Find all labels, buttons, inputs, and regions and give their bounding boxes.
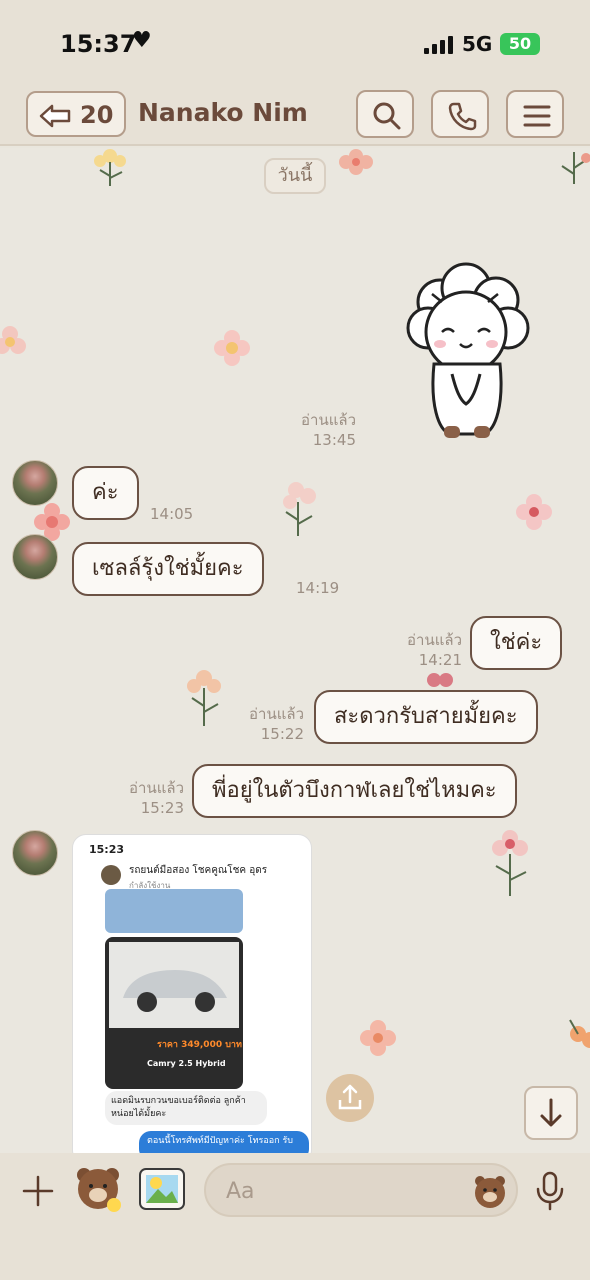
plus-icon[interactable] — [22, 1175, 54, 1207]
status-bar: 15:37 ♥ 5G 50 — [0, 0, 590, 88]
network-type: 5G — [462, 32, 493, 56]
message-time: 14:21 — [418, 651, 462, 669]
message-bubble[interactable]: พี่อยู่ในตัวบึงกาฬเลยใช่ไหมคะ — [192, 764, 517, 818]
call-button[interactable] — [431, 90, 489, 138]
read-status: อ่านแล้ว — [249, 705, 304, 723]
flower-decoration — [187, 670, 221, 726]
image-message[interactable]: 15:23 รถยนต์มือสอง โชคคูณโชค อุดร กำลังใ… — [72, 834, 312, 1153]
bear-emoji-icon[interactable] — [472, 1173, 508, 1209]
message-time: 15:22 — [260, 725, 304, 743]
battery-icon: 50 — [500, 33, 540, 55]
shot-gray-message: แอดมินรบกวนขอเบอร์ติดต่อ ลูกค้าหน่อยได้ม… — [105, 1091, 267, 1125]
microphone-icon[interactable] — [534, 1171, 566, 1211]
menu-button[interactable] — [506, 90, 564, 138]
car-card: ราคา 349,000 บาท Camry 2.5 Hybrid — [105, 937, 243, 1089]
search-icon — [373, 102, 401, 130]
avatar — [101, 865, 121, 885]
flower-decoration — [516, 494, 552, 530]
date-chip: วันนี้ — [264, 158, 326, 194]
message-time: 14:05 — [150, 505, 194, 523]
car-model: Camry 2.5 Hybrid — [147, 1059, 226, 1068]
read-status: อ่านแล้ว — [407, 631, 462, 649]
chat-title: Nanako Nim — [138, 98, 308, 127]
car-price: ราคา 349,000 บาท — [157, 1040, 242, 1050]
message-bubble[interactable]: สะดวกรับสายมั้ยคะ — [314, 690, 538, 744]
image-thumbnail — [105, 889, 243, 933]
shot-blue-message: ตอนนี้โทรศัพท์มีปัญหาค่ะ โทรออก รับ — [139, 1131, 309, 1153]
phone-icon — [448, 102, 477, 131]
message-time: 13:45 — [312, 431, 356, 449]
back-button[interactable]: 20 — [26, 91, 126, 137]
message-input[interactable] — [226, 1176, 466, 1206]
flower-decoration — [569, 1019, 590, 1048]
read-status: อ่านแล้ว — [301, 411, 356, 429]
photo-sticker-icon[interactable] — [136, 1163, 188, 1215]
arrow-down-icon — [540, 1098, 562, 1127]
flower-decoration — [339, 149, 373, 175]
message-input-box[interactable] — [204, 1163, 518, 1217]
shot-time: 15:23 — [89, 843, 125, 856]
heart-icon: ♥ — [132, 28, 152, 53]
message-time: 15:23 — [140, 799, 184, 817]
sticker-message[interactable] — [404, 254, 530, 444]
search-button[interactable] — [356, 90, 414, 138]
flower-decoration — [561, 152, 590, 184]
signal-icon — [424, 36, 454, 54]
flower-decoration — [283, 482, 316, 536]
bear-sticker-icon[interactable] — [72, 1163, 124, 1215]
scroll-to-bottom-button[interactable] — [524, 1086, 578, 1140]
status-time: 15:37 — [60, 30, 137, 58]
avatar[interactable] — [12, 460, 58, 506]
message-bubble[interactable]: ค่ะ — [72, 466, 139, 520]
upload-icon — [338, 1084, 362, 1110]
chat-header: 20 Nanako Nim — [0, 88, 590, 146]
chat-area[interactable]: วันนี้ อ่านแล้ว 13:45 ค่ะ 14:05 เซลล์รุ้… — [0, 148, 590, 1153]
avatar[interactable] — [12, 830, 58, 876]
message-bubble[interactable]: เซลล์รุ้งใช่มั้ยคะ — [72, 542, 264, 596]
upload-button[interactable] — [326, 1074, 374, 1122]
read-status: อ่านแล้ว — [129, 779, 184, 797]
unread-count: 20 — [80, 101, 114, 129]
back-arrow-icon — [39, 104, 71, 128]
flower-decoration — [360, 1020, 396, 1056]
avatar[interactable] — [12, 534, 58, 580]
composer-bar — [0, 1153, 590, 1280]
shot-title: รถยนต์มือสอง โชคคูณโชค อุดร — [129, 865, 268, 876]
car-photo — [109, 942, 239, 1028]
flower-decoration — [94, 149, 126, 186]
flower-decoration — [214, 330, 250, 366]
flower-decoration — [0, 326, 26, 354]
message-bubble[interactable]: ใช่ค่ะ — [470, 616, 563, 670]
flower-decoration — [492, 830, 528, 896]
menu-icon — [523, 105, 551, 127]
message-time: 14:19 — [296, 579, 340, 597]
